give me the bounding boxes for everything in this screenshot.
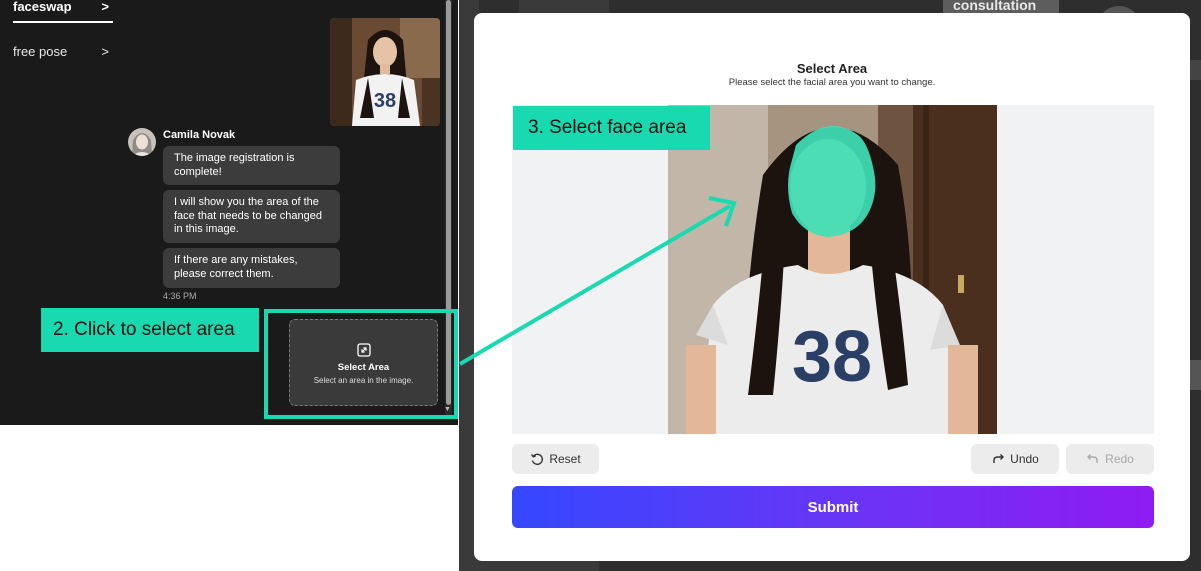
modal-title: Select Area bbox=[796, 61, 868, 76]
chat-message: I will show you the area of the face tha… bbox=[163, 190, 340, 243]
shirt-number: 38 bbox=[792, 317, 872, 397]
redo-icon bbox=[1087, 454, 1098, 463]
svg-text:38: 38 bbox=[374, 90, 396, 112]
select-area-modal: Select Area Please select the facial are… bbox=[474, 13, 1190, 561]
chat-message: If there are any mistakes, please correc… bbox=[163, 248, 340, 288]
nav-item-faceswap[interactable]: faceswap > bbox=[13, 0, 113, 23]
step2-label: 2. Click to select area bbox=[41, 308, 259, 352]
reset-button-label: Reset bbox=[549, 452, 581, 466]
backdrop-heading-fragment: consultation bbox=[943, 0, 1059, 14]
undo-button-label: Undo bbox=[1010, 452, 1039, 466]
redo-button-label: Redo bbox=[1105, 452, 1134, 466]
nav-item-free-pose[interactable]: free pose > bbox=[13, 39, 113, 63]
chevron-right-icon: > bbox=[101, 43, 109, 59]
undo-button[interactable]: Undo bbox=[971, 444, 1059, 474]
message-timestamp: 4:36 PM bbox=[163, 291, 197, 301]
submit-button[interactable]: Submit bbox=[512, 486, 1154, 528]
select-area-highlight-box bbox=[264, 309, 458, 419]
sender-name: Camila Novak bbox=[163, 129, 236, 141]
step3-label: 3. Select face area bbox=[513, 106, 710, 150]
avatar bbox=[128, 128, 156, 156]
editable-photo[interactable]: 38 bbox=[668, 105, 997, 434]
uploaded-image-thumbnail[interactable]: 38 bbox=[330, 18, 440, 126]
undo-icon bbox=[993, 454, 1005, 463]
reset-icon bbox=[531, 453, 544, 465]
redo-button[interactable]: Redo bbox=[1066, 444, 1154, 474]
reset-button[interactable]: Reset bbox=[512, 444, 599, 474]
chevron-right-icon: > bbox=[101, 0, 109, 14]
nav-item-label: free pose bbox=[13, 43, 68, 59]
image-selection-canvas[interactable]: 38 bbox=[512, 105, 1154, 434]
modal-subtitle: Please select the facial area you want t… bbox=[728, 77, 936, 88]
chat-message: The image registration is complete! bbox=[163, 146, 340, 185]
nav-item-label: faceswap bbox=[13, 0, 72, 14]
